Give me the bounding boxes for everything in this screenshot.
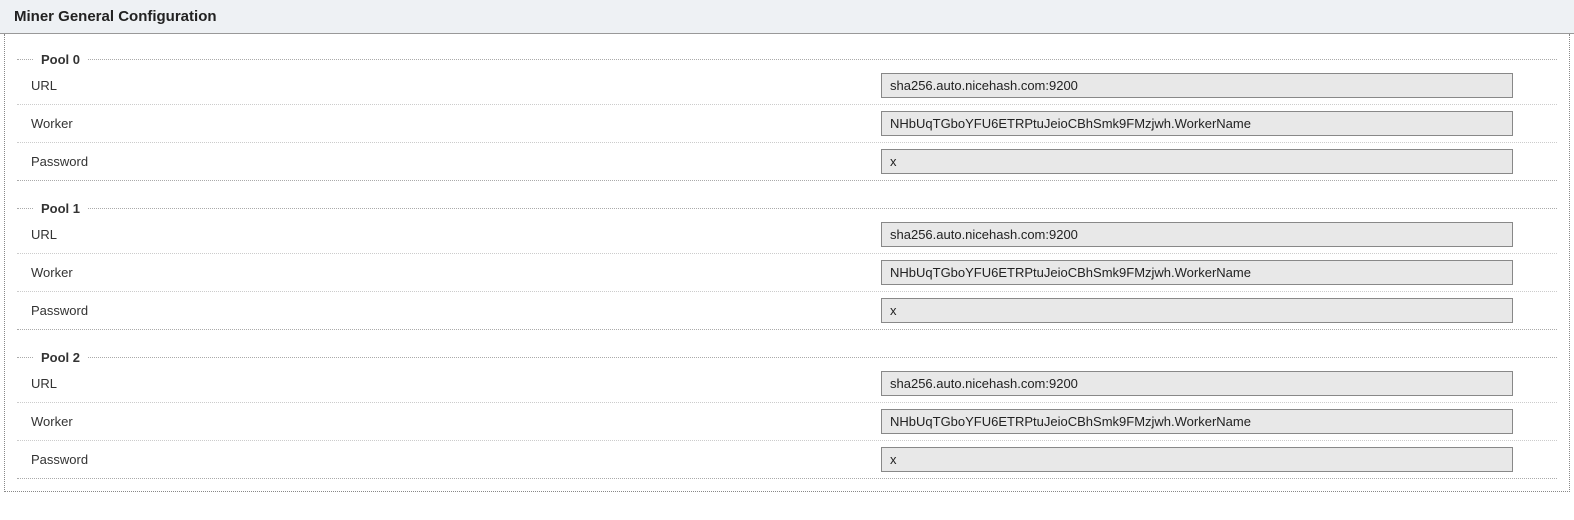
- config-container: Pool 0 URL Worker Password Pool 1 URL: [4, 34, 1570, 492]
- pool-1-url-input[interactable]: [881, 222, 1513, 247]
- pool-0-worker-row: Worker: [17, 105, 1557, 143]
- url-label: URL: [31, 78, 881, 93]
- input-wrap: [881, 371, 1547, 396]
- pool-0-fieldset: Pool 0 URL Worker Password: [17, 52, 1557, 181]
- url-label: URL: [31, 227, 881, 242]
- input-wrap: [881, 409, 1547, 434]
- pool-1-fieldset: Pool 1 URL Worker Password: [17, 201, 1557, 330]
- page-title: Miner General Configuration: [14, 8, 217, 25]
- input-wrap: [881, 111, 1547, 136]
- input-wrap: [881, 73, 1547, 98]
- input-wrap: [881, 298, 1547, 323]
- input-wrap: [881, 447, 1547, 472]
- worker-label: Worker: [31, 414, 881, 429]
- pool-1-worker-input[interactable]: [881, 260, 1513, 285]
- pool-2-worker-input[interactable]: [881, 409, 1513, 434]
- pool-1-worker-row: Worker: [17, 254, 1557, 292]
- pool-2-password-row: Password: [17, 441, 1557, 478]
- pool-0-password-input[interactable]: [881, 149, 1513, 174]
- pool-1-password-input[interactable]: [881, 298, 1513, 323]
- pool-0-password-row: Password: [17, 143, 1557, 180]
- pool-0-legend: Pool 0: [33, 52, 88, 67]
- input-wrap: [881, 260, 1547, 285]
- password-label: Password: [31, 154, 881, 169]
- worker-label: Worker: [31, 116, 881, 131]
- pool-1-legend: Pool 1: [33, 201, 88, 216]
- password-label: Password: [31, 452, 881, 467]
- input-wrap: [881, 149, 1547, 174]
- input-wrap: [881, 222, 1547, 247]
- password-label: Password: [31, 303, 881, 318]
- pool-2-fieldset: Pool 2 URL Worker Password: [17, 350, 1557, 479]
- pool-2-url-row: URL: [17, 365, 1557, 403]
- worker-label: Worker: [31, 265, 881, 280]
- pool-2-worker-row: Worker: [17, 403, 1557, 441]
- page-header: Miner General Configuration: [0, 0, 1574, 34]
- pool-0-worker-input[interactable]: [881, 111, 1513, 136]
- pool-2-legend: Pool 2: [33, 350, 88, 365]
- url-label: URL: [31, 376, 881, 391]
- pool-1-password-row: Password: [17, 292, 1557, 329]
- pool-0-url-input[interactable]: [881, 73, 1513, 98]
- pool-2-url-input[interactable]: [881, 371, 1513, 396]
- pool-0-url-row: URL: [17, 67, 1557, 105]
- pool-2-password-input[interactable]: [881, 447, 1513, 472]
- pool-1-url-row: URL: [17, 216, 1557, 254]
